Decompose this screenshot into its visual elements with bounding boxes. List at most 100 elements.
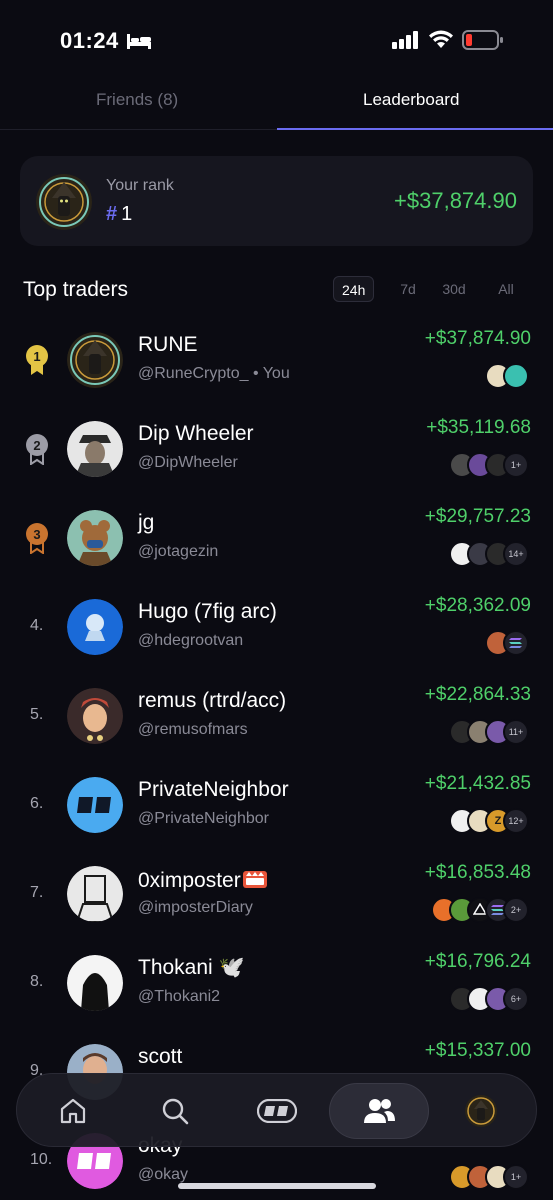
your-rank-pnl: +$37,874.90: [394, 188, 517, 213]
trader-pnl: +$15,337.00: [424, 1040, 531, 1061]
svg-text:2: 2: [33, 438, 40, 453]
silver-medal-icon: 2: [26, 434, 48, 465]
token-overflow-count: 12+: [503, 808, 529, 834]
rank-number: 5.: [30, 706, 44, 723]
your-rank-label: Your rank: [106, 177, 174, 194]
token-overflow-count: 14+: [503, 541, 529, 567]
rank-hash: #: [106, 203, 118, 225]
trader-pnl: +$21,432.85: [424, 773, 531, 794]
bottom-nav: [16, 1073, 537, 1147]
trader-pnl: +$29,757.23: [424, 506, 531, 527]
active-tab-indicator: [277, 128, 553, 130]
trader-handle: @jotagezin: [138, 543, 219, 560]
crown-emoji-icon: [242, 871, 267, 888]
tab-leaderboard[interactable]: Leaderboard: [363, 90, 459, 110]
status-bar: 01:24: [0, 0, 553, 80]
trader-row[interactable]: 3 jg @jotagezin +$29,757.23 14+: [0, 498, 553, 587]
trade-logo-icon: [257, 1099, 297, 1123]
avatar: [67, 688, 123, 744]
trader-row[interactable]: 8. Thokani 🕊️ @Thokani2 +$16,796.24 6+: [0, 943, 553, 1032]
filter-24h[interactable]: 24h: [333, 276, 375, 302]
trader-handle: @DipWheeler: [138, 454, 238, 471]
search-icon: [162, 1098, 189, 1125]
token-stack: 11+: [449, 719, 529, 745]
avatar: [67, 599, 123, 655]
trader-row[interactable]: 2 Dip Wheeler @DipWheeler +$35,119.68 1+: [0, 409, 553, 498]
time-filter-group: 24h 7d 30d All: [333, 276, 533, 302]
rank-number: 4.: [30, 617, 44, 634]
trader-handle: @okay: [138, 1166, 189, 1183]
rank-number: 7.: [30, 884, 44, 901]
avatar: [67, 955, 123, 1011]
token-overflow-count: 1+: [503, 452, 529, 478]
solana-token-icon: [503, 630, 529, 656]
avatar: [67, 332, 123, 388]
nav-home[interactable]: [23, 1083, 123, 1139]
token-stack: 14+: [449, 541, 529, 567]
home-icon: [60, 1098, 86, 1124]
token-stack: 1+: [449, 1164, 529, 1190]
svg-text:1: 1: [33, 349, 40, 364]
your-rank-number: 1: [121, 203, 133, 225]
trader-name: remus (rtrd/acc): [138, 689, 287, 712]
trader-row[interactable]: 6. PrivateNeighbor @PrivateNeighbor +$21…: [0, 765, 553, 854]
trader-pnl: +$37,874.90: [424, 328, 531, 349]
trader-row[interactable]: 5. remus (rtrd/acc) @remusofmars +$22,86…: [0, 676, 553, 765]
friends-icon: [364, 1099, 395, 1123]
trader-handle: @imposterDiary: [138, 899, 253, 916]
avatar: [67, 510, 123, 566]
your-rank-card[interactable]: Your rank #1 +$37,874.90: [20, 156, 533, 246]
gold-medal-icon: 1: [26, 345, 48, 375]
trader-handle: @remusofmars: [138, 721, 248, 738]
trader-row[interactable]: 7. 0ximposter @imposterDiary +$16,853.48…: [0, 854, 553, 943]
rank-number: 8.: [30, 973, 44, 990]
avatar: [67, 421, 123, 477]
tab-friends[interactable]: Friends (8): [96, 90, 178, 110]
avatar: [67, 777, 123, 833]
trader-name: RUNE: [138, 333, 198, 356]
trader-name: 0ximposter: [138, 867, 268, 893]
profile-avatar-icon: [465, 1095, 497, 1127]
avatar: [67, 866, 123, 922]
trader-handle: @Thokani2: [138, 988, 221, 1005]
your-rank-value: #1: [106, 203, 132, 226]
trader-pnl: +$16,853.48: [424, 862, 531, 883]
trader-name: jg: [138, 511, 155, 534]
trader-pnl: +$22,864.33: [424, 684, 531, 705]
filter-7d[interactable]: 7d: [395, 276, 421, 302]
token-overflow-count: 11+: [503, 719, 529, 745]
cellular-signal-icon: [392, 31, 418, 49]
trader-pnl: +$16,796.24: [424, 951, 531, 972]
trader-handle: @RuneCrypto_ • You: [138, 365, 290, 382]
trader-name: PrivateNeighbor: [138, 778, 289, 801]
rank-number: 6.: [30, 795, 44, 812]
filter-30d[interactable]: 30d: [437, 276, 471, 302]
trader-row[interactable]: 4. Hugo (7fig arc) @hdegrootvan +$28,362…: [0, 587, 553, 676]
nav-profile[interactable]: [431, 1083, 531, 1139]
token-overflow-count: 2+: [503, 897, 529, 923]
trader-handle: @hdegrootvan: [138, 632, 244, 649]
token-overflow-count: 1+: [503, 1164, 529, 1190]
trader-row[interactable]: 1 RUNE @RuneCrypto_ • You +$37,874.90: [0, 320, 553, 409]
token-overflow-count: 6+: [503, 986, 529, 1012]
rank-number: 10.: [30, 1151, 53, 1168]
trader-name: Dip Wheeler: [138, 422, 254, 445]
trader-handle: @PrivateNeighbor: [138, 810, 269, 827]
wifi-icon: [429, 30, 453, 48]
nav-search[interactable]: [125, 1083, 225, 1139]
filter-all[interactable]: All: [495, 276, 517, 302]
sleep-focus-icon: [127, 34, 151, 49]
nav-friends[interactable]: [329, 1083, 429, 1139]
token-stack: [485, 363, 529, 389]
trader-pnl: +$28,362.09: [424, 595, 531, 616]
tab-bar: Friends (8) Leaderboard: [0, 78, 553, 130]
trader-name: Thokani 🕊️: [138, 956, 245, 979]
trader-name: scott: [138, 1045, 183, 1068]
status-time: 01:24: [60, 28, 119, 53]
battery-low-icon: [462, 30, 503, 50]
nav-trade[interactable]: [227, 1083, 327, 1139]
token-stack: 2+: [431, 897, 529, 923]
token-stack: 1+: [449, 452, 529, 478]
trader-pnl: +$35,119.68: [426, 417, 531, 438]
token-stack: 6+: [449, 986, 529, 1012]
